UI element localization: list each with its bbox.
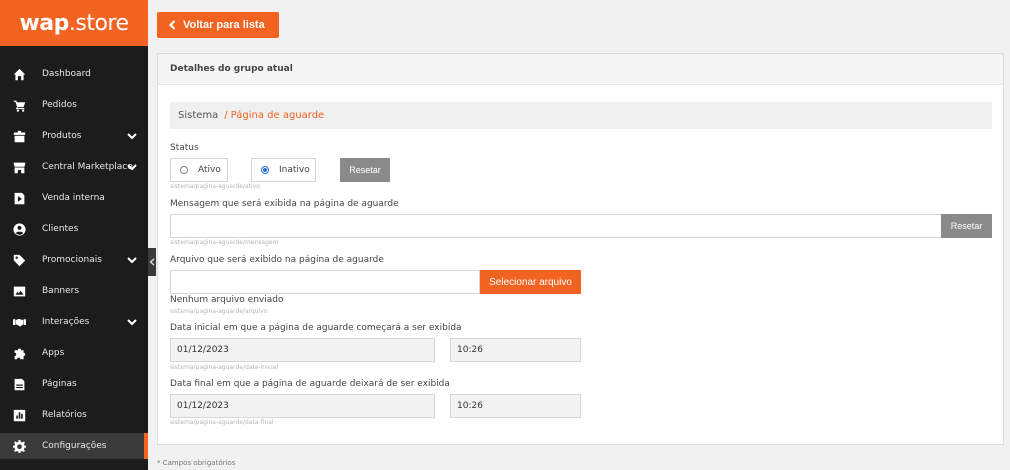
status-hint: sistema/pagina-aguarde/ativo: [170, 183, 260, 190]
sidebar-item-label: Páginas: [42, 379, 77, 389]
breadcrumb: Sistema / Página de aguarde: [170, 102, 992, 129]
end-date-label: Data final em que a página de aguarde de…: [170, 379, 450, 389]
chevron-left-icon: [169, 20, 176, 30]
end-time-input[interactable]: 10:26: [450, 394, 581, 418]
chevron-down-icon[interactable]: [127, 317, 137, 327]
start-date-input[interactable]: 01/12/2023: [170, 338, 435, 362]
sidebar-item-label: Promocionais: [42, 255, 102, 265]
select-file-button[interactable]: Selecionar arquivo: [480, 270, 581, 294]
radio-checked-icon: [261, 166, 269, 174]
sidebar-item-label: Central Marketplace: [42, 162, 133, 172]
status-label: Status: [170, 143, 199, 153]
message-hint: sistema/pagina-aguarde/mensagem: [170, 239, 279, 246]
sidebar-item-relatorios[interactable]: Relatórios: [0, 403, 148, 427]
sidebar-collapse-toggle[interactable]: [148, 248, 156, 276]
chevron-down-icon[interactable]: [127, 162, 137, 172]
sidebar-item-label: Banners: [42, 286, 80, 296]
box-icon: [12, 129, 26, 143]
chevron-down-icon[interactable]: [127, 255, 137, 265]
sidebar-item-label: Dashboard: [42, 69, 91, 79]
handshake-icon: [12, 315, 26, 329]
sidebar-item-paginas[interactable]: Páginas: [0, 372, 148, 396]
status-inactive-label: Inativo: [279, 165, 310, 175]
breadcrumb-parent[interactable]: Sistema: [178, 110, 218, 121]
radio-unchecked-icon: [180, 166, 188, 174]
message-input[interactable]: [170, 214, 942, 238]
image-icon: [12, 284, 26, 298]
end-date-hint: sistema/pagina-aguarde/data-final: [170, 419, 274, 426]
sidebar-item-label: Clientes: [42, 224, 79, 234]
sidebar-item-label: Produtos: [42, 131, 82, 141]
status-active-label: Ativo: [198, 165, 221, 175]
required-fields-note: * Campos obrigatórios: [157, 459, 236, 467]
sidebar-item-clientes[interactable]: Clientes: [0, 217, 148, 241]
status-inactive-radio[interactable]: Inativo: [251, 158, 316, 182]
breadcrumb-current: Página de aguarde: [230, 110, 325, 121]
chevron-down-icon[interactable]: [127, 131, 137, 141]
gear-icon: [12, 439, 26, 453]
sidebar-item-central-marketplace[interactable]: Central Marketplace: [0, 155, 148, 179]
sidebar-item-dashboard[interactable]: Dashboard: [0, 62, 148, 86]
logo-part-1: wap: [19, 10, 69, 36]
status-active-radio[interactable]: Ativo: [170, 158, 228, 182]
file-status-text: Nenhum arquivo enviado: [170, 295, 284, 305]
sidebar-item-apps[interactable]: Apps: [0, 341, 148, 365]
sidebar-item-banners[interactable]: Banners: [0, 279, 148, 303]
sidebar-item-label: Apps: [42, 348, 65, 358]
status-reset-button[interactable]: Resetar: [340, 158, 390, 182]
sidebar-item-label: Interações: [42, 317, 90, 327]
start-date-hint: sistema/pagina-aguarde/data-inicial: [170, 364, 279, 371]
panel-title: Detalhes do grupo atual: [158, 54, 1003, 85]
end-date-input[interactable]: 01/12/2023: [170, 394, 435, 418]
logo-part-2: .store: [68, 10, 129, 36]
sidebar-item-label: Configurações: [42, 441, 107, 451]
sidebar-item-venda-interna[interactable]: Venda interna: [0, 186, 148, 210]
sidebar-item-label: Relatórios: [42, 410, 87, 420]
tag-icon: [12, 253, 26, 267]
play-tag-icon: [12, 191, 26, 205]
file-label: Arquivo que será exibido na página de ag…: [170, 255, 384, 265]
breadcrumb-separator: /: [224, 110, 228, 121]
sidebar-item-promocionais[interactable]: Promocionais: [0, 248, 148, 272]
user-icon: [12, 222, 26, 236]
chart-icon: [12, 408, 26, 422]
store-icon: [12, 160, 26, 174]
chevron-left-icon: [149, 258, 155, 266]
start-date-label: Data inicial em que a página de aguarde …: [170, 323, 462, 333]
cart-icon: [12, 98, 26, 112]
file-hint: sistema/pagina-aguarde/arquivo: [170, 308, 268, 315]
sidebar: wap .store Dashboard Pedidos Produtos Cen…: [0, 0, 148, 470]
start-time-input[interactable]: 10:26: [450, 338, 581, 362]
brand-logo[interactable]: wap .store: [0, 0, 148, 46]
sidebar-item-label: Pedidos: [42, 100, 77, 110]
home-icon: [12, 67, 26, 81]
sidebar-item-configuracoes[interactable]: Configurações: [0, 433, 148, 459]
group-details-panel: Detalhes do grupo atual Sistema / Página…: [157, 53, 1004, 445]
message-reset-button[interactable]: Resetar: [941, 214, 992, 238]
puzzle-icon: [12, 346, 26, 360]
sidebar-item-produtos[interactable]: Produtos: [0, 124, 148, 148]
page-icon: [12, 377, 26, 391]
back-to-list-button[interactable]: Voltar para lista: [157, 12, 279, 38]
back-button-label: Voltar para lista: [183, 19, 265, 31]
sidebar-item-pedidos[interactable]: Pedidos: [0, 93, 148, 117]
sidebar-item-label: Venda interna: [42, 193, 105, 203]
sidebar-item-interacoes[interactable]: Interações: [0, 310, 148, 334]
message-label: Mensagem que será exibida na página de a…: [170, 199, 399, 209]
file-path-input[interactable]: [170, 270, 480, 294]
